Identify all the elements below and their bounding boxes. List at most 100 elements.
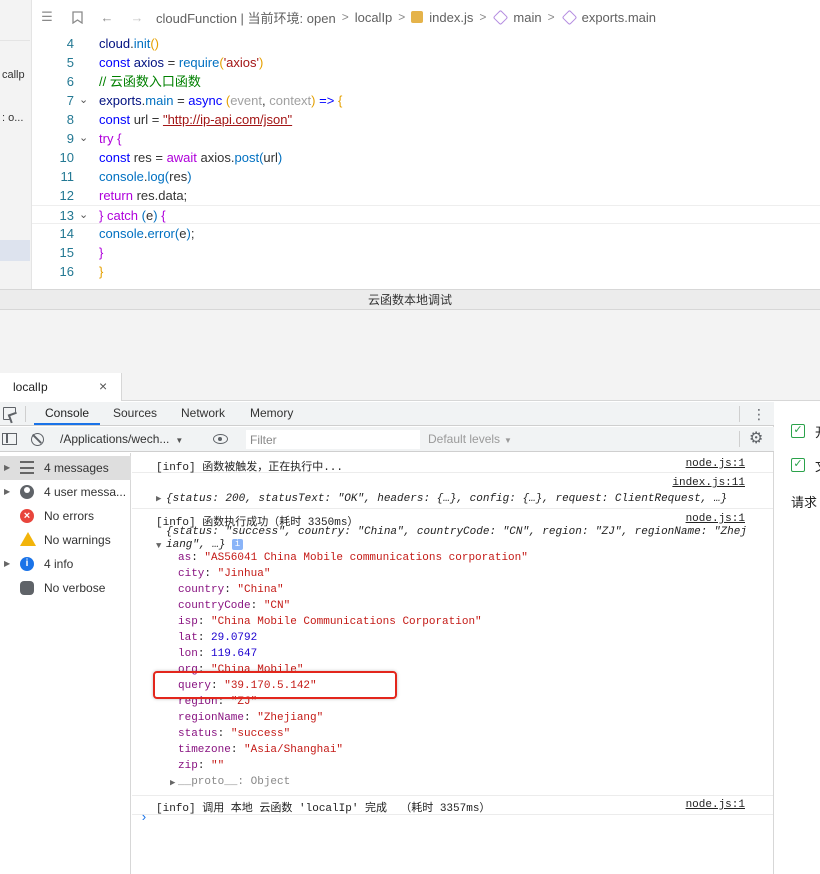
code-line[interactable]: 7 ⌄ exports.main = async (event, context) … <box>32 91 820 110</box>
filter-input[interactable] <box>246 430 420 449</box>
sidebar-item-messages[interactable]: ▶ 4 messages <box>0 456 131 480</box>
object-property[interactable]: zip: "" <box>178 760 224 772</box>
sidebar-item-warnings[interactable]: No warnings <box>0 528 131 552</box>
code-token: { <box>117 131 122 146</box>
object-property[interactable]: city: "Jinhua" <box>178 568 270 580</box>
property-colon: : <box>244 712 258 724</box>
property-colon: : <box>191 552 205 564</box>
gear-icon[interactable]: ⚙ <box>749 430 763 448</box>
expand-arrow-icon[interactable]: ▶ <box>4 456 10 480</box>
back-arrow-icon[interactable]: ← <box>100 10 114 25</box>
fold-chevron-icon[interactable]: ⌄ <box>79 91 91 110</box>
expand-arrow-icon[interactable]: ▶ <box>170 778 175 788</box>
property-key: status <box>178 728 218 740</box>
close-icon[interactable]: × <box>99 378 107 394</box>
info-icon: i <box>20 557 34 571</box>
tab-memory[interactable]: Memory <box>250 406 293 420</box>
explorer-item-env[interactable]: : o... <box>0 107 31 129</box>
code-text: console.log(res) <box>99 167 192 186</box>
expand-arrow-icon[interactable]: ▶ <box>4 480 10 504</box>
object-preview-line1[interactable]: {status: "success", country: "China", co… <box>166 526 747 538</box>
info-icon[interactable]: i <box>232 539 243 550</box>
breadcrumb-symbol-main[interactable]: main <box>513 10 541 25</box>
sidebar-item-errors[interactable]: × No errors <box>0 504 131 528</box>
sidebar-toggle-icon[interactable] <box>2 433 17 445</box>
sidebar-item-label: No verbose <box>44 581 106 595</box>
tab-console[interactable]: Console <box>45 406 89 420</box>
clear-console-icon[interactable] <box>31 433 44 446</box>
source-link[interactable]: index.js:11 <box>672 477 745 489</box>
code-token: console <box>99 226 144 241</box>
list-icon[interactable]: ☰ <box>40 9 54 24</box>
expand-arrow-icon[interactable]: ▶ <box>156 494 161 504</box>
console-message: [info] 函数被触发，正在执行中... node.js:1 <box>132 453 773 474</box>
object-property[interactable]: status: "success" <box>178 728 290 740</box>
code-editor: callp : o... ☰ ← → cloudFunction | 当前环境:… <box>0 0 820 289</box>
code-line[interactable]: 9 ⌄ try { <box>32 129 820 148</box>
console-output[interactable]: [info] 函数被触发，正在执行中... node.js:1 index.js… <box>132 453 773 874</box>
live-expression-eye-icon[interactable] <box>213 434 228 444</box>
line-number: 12 <box>59 188 74 203</box>
context-select[interactable]: /Applications/wech... ▼ <box>60 432 200 446</box>
code-line[interactable]: 4 cloud.init() <box>32 34 820 53</box>
collapse-arrow-icon[interactable]: ▼ <box>156 541 161 551</box>
property-key: lon <box>178 648 198 660</box>
code-lines[interactable]: 4 cloud.init() 5 const axios = require('axi… <box>32 34 820 281</box>
inspect-element-icon[interactable] <box>3 407 16 420</box>
proto-line[interactable]: __proto__: Object <box>178 776 290 788</box>
object-property[interactable]: regionName: "Zhejiang" <box>178 712 323 724</box>
code-line[interactable]: 5 const axios = require('axios') <box>32 53 820 72</box>
code-line[interactable]: 12 return res.data; <box>32 186 820 205</box>
tab-network[interactable]: Network <box>181 406 225 420</box>
code-line[interactable]: 11 console.log(res) <box>32 167 820 186</box>
sidebar-item-user-messages[interactable]: ▶ 4 user messa... <box>0 480 131 504</box>
source-link[interactable]: node.js:1 <box>686 513 745 525</box>
object-property[interactable]: lon: 119.647 <box>178 648 257 660</box>
code-line[interactable]: 6 // 云函数入口函数 <box>32 72 820 91</box>
object-property[interactable]: countryCode: "CN" <box>178 600 290 612</box>
breadcrumb-project[interactable]: cloudFunction | 当前环境: open <box>156 8 336 27</box>
source-link[interactable]: node.js:1 <box>686 458 745 470</box>
warning-icon <box>20 532 36 546</box>
more-options-icon[interactable]: ⋮ <box>752 406 766 422</box>
forward-arrow-icon[interactable]: → <box>130 10 144 25</box>
object-property[interactable]: timezone: "Asia/Shanghai" <box>178 744 343 756</box>
object-property[interactable]: country: "China" <box>178 584 284 596</box>
code-line[interactable]: 14 console.error(e); <box>32 224 820 243</box>
breadcrumb-file[interactable]: index.js <box>429 10 473 25</box>
code-token: cloud <box>99 36 131 51</box>
source-link[interactable]: node.js:1 <box>686 799 745 811</box>
code-line[interactable]: 15 } <box>32 243 820 262</box>
code-text: return res.data; <box>99 186 187 205</box>
code-line[interactable]: 10 const res = await axios.post(url) <box>32 148 820 167</box>
console-prompt[interactable]: › <box>140 810 148 825</box>
sidebar-item-verbose[interactable]: No verbose <box>0 576 131 600</box>
checkbox-checked[interactable]: ✓ <box>791 458 805 472</box>
object-property[interactable]: isp: "China Mobile Communications Corpor… <box>178 616 482 628</box>
fold-chevron-icon[interactable]: ⌄ <box>79 129 91 148</box>
breadcrumb-symbol-exports-main[interactable]: exports.main <box>582 10 656 25</box>
property-value: "Zhejiang" <box>257 712 324 724</box>
explorer-item-localip[interactable]: callp <box>0 64 31 86</box>
explorer-selected-item[interactable] <box>0 240 30 261</box>
code-token: { <box>337 93 343 108</box>
object-property[interactable]: as: "AS56041 China Mobile communications… <box>178 552 528 564</box>
breadcrumb-folder[interactable]: localIp <box>355 10 393 25</box>
tab-localip[interactable]: localIp × <box>0 373 122 401</box>
expand-arrow-icon[interactable]: ▶ <box>4 552 10 576</box>
bookmark-icon[interactable] <box>70 10 84 24</box>
code-line[interactable]: 8 const url = "http://ip-api.com/json" <box>32 110 820 129</box>
message-object[interactable]: {status: 200, statusText: "OK", headers:… <box>166 493 727 505</box>
message-text: [info] 函数被触发，正在执行中... <box>156 462 344 474</box>
checkbox-checked[interactable]: ✓ <box>791 424 805 438</box>
code-token: "http://ip-api.com/json" <box>162 112 293 127</box>
object-property[interactable]: lat: 29.0792 <box>178 632 257 644</box>
log-levels-select[interactable]: Default levels ▼ <box>428 432 512 446</box>
code-token: axios. <box>200 150 235 165</box>
sidebar-item-info[interactable]: ▶ i 4 info <box>0 552 131 576</box>
code-line[interactable]: 16} <box>32 262 820 281</box>
code-line[interactable]: 13 ⌄ } catch (e) { <box>32 205 820 224</box>
tab-sources[interactable]: Sources <box>113 406 157 420</box>
object-preview-line2[interactable]: iang", …} <box>166 539 225 551</box>
fold-chevron-icon[interactable]: ⌄ <box>79 206 91 225</box>
